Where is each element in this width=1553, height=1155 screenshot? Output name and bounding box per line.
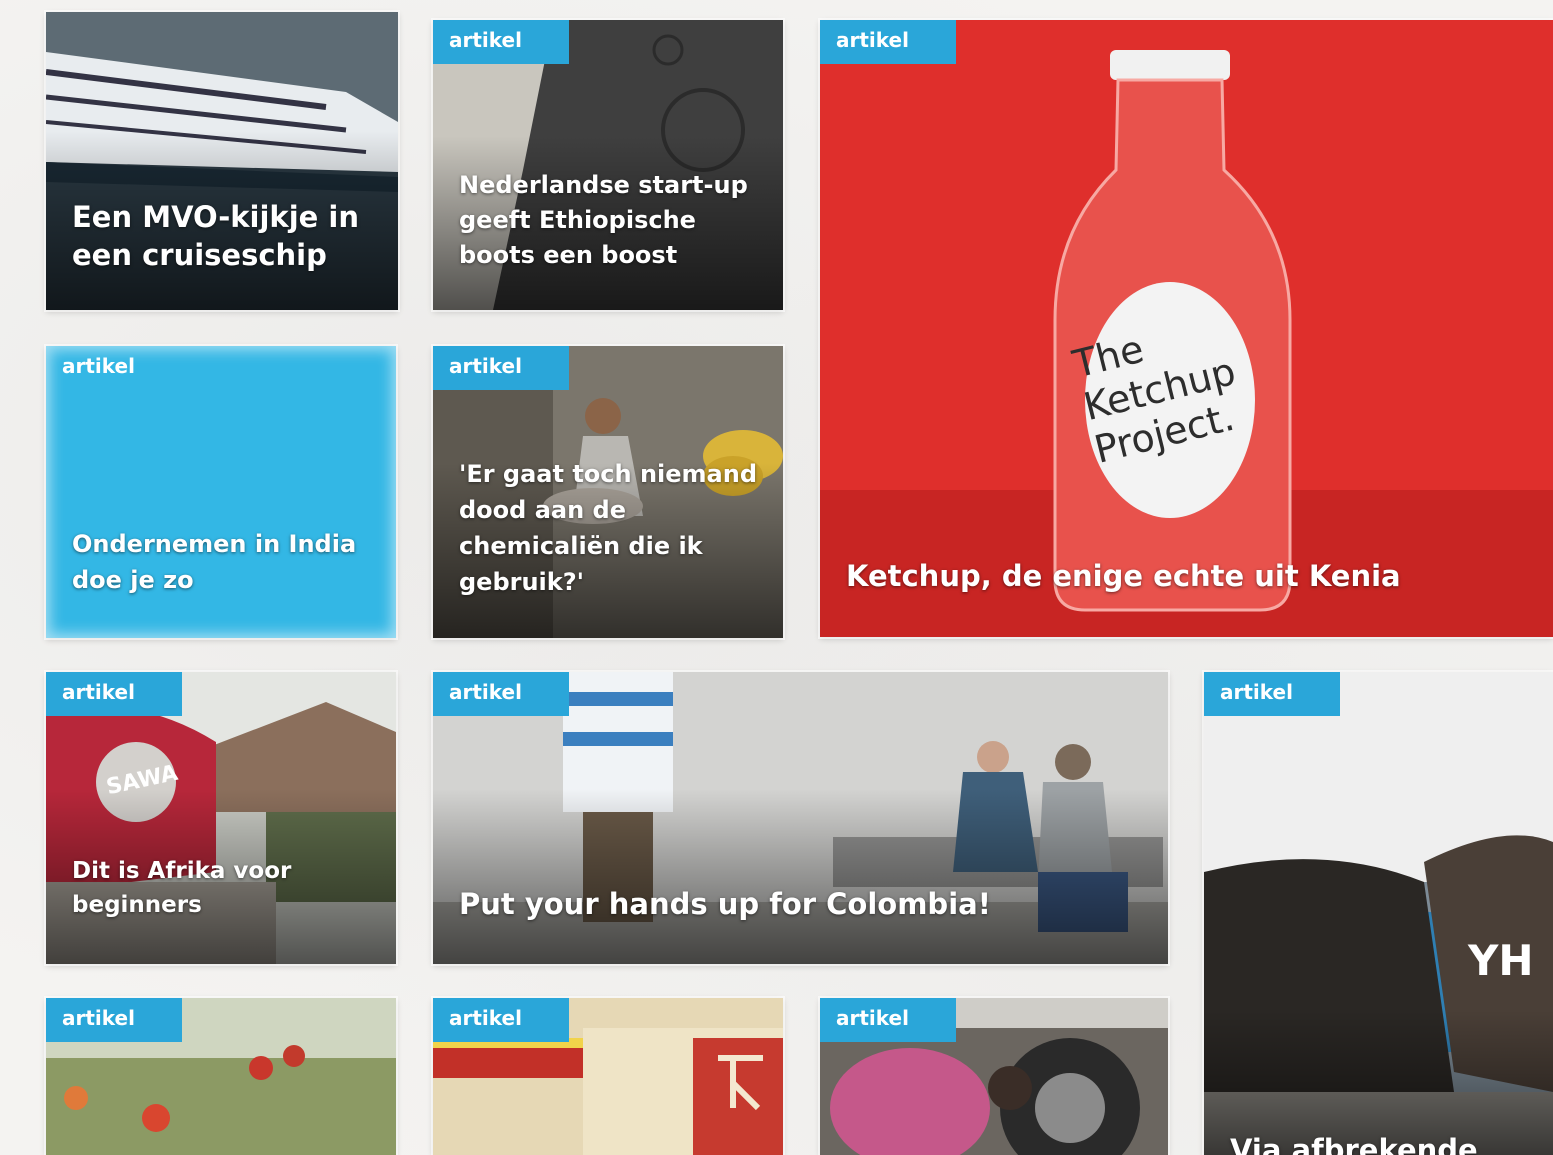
article-badge: artikel bbox=[62, 354, 135, 378]
article-tile-via-afbrekende[interactable]: YH artikel Via afbrekende bbox=[1204, 672, 1553, 1155]
article-tile-ketchup[interactable]: The Ketchup Project. artikel Ketchup, de… bbox=[820, 20, 1553, 637]
tile-title: Put your hands up for Colombia! bbox=[459, 887, 991, 921]
article-tile-india[interactable]: artikel Ondernemen in India doe je zo bbox=[46, 346, 396, 638]
tile-title: 'Er gaat toch niemand dood aan de chemic… bbox=[459, 460, 758, 596]
tile-shade bbox=[433, 788, 1168, 964]
article-tile-ethiopian-boots[interactable]: artikel Nederlandse start-up geeft Ethio… bbox=[433, 20, 783, 310]
article-tile-chemicals[interactable]: artikel 'Er gaat toch niemand dood aan d… bbox=[433, 346, 783, 638]
article-badge: artikel bbox=[820, 998, 956, 1042]
article-badge: artikel bbox=[433, 346, 569, 390]
article-tile-tyre[interactable]: artikel bbox=[820, 998, 1168, 1155]
article-badge: artikel bbox=[433, 998, 569, 1042]
article-badge: artikel bbox=[1204, 672, 1340, 716]
article-tile-street-stall[interactable]: artikel bbox=[433, 998, 783, 1155]
article-badge: artikel bbox=[433, 20, 569, 64]
tile-title: Via afbrekende bbox=[1230, 1133, 1478, 1155]
article-grid-page: Een MVO-kijkje in een cruiseschip artike… bbox=[0, 0, 1553, 1155]
tile-title: Dit is Afrika voor beginners bbox=[72, 858, 292, 918]
article-tile-africa-beginners[interactable]: SAWA artikel Dit is Afrika voor beginner… bbox=[46, 672, 396, 964]
article-tile-colombia[interactable]: artikel Put your hands up for Colombia! bbox=[433, 672, 1168, 964]
tile-title: Nederlandse start-up geeft Ethiopische b… bbox=[459, 171, 748, 269]
article-badge: artikel bbox=[433, 672, 569, 716]
article-tile-apples[interactable]: artikel bbox=[46, 998, 396, 1155]
tile-title: Ondernemen in India doe je zo bbox=[72, 530, 357, 594]
article-badge: artikel bbox=[820, 20, 956, 64]
truck-text: YH bbox=[1468, 936, 1534, 985]
tile-title: Een MVO-kijkje in een cruiseschip bbox=[72, 200, 359, 272]
tile-title: Ketchup, de enige echte uit Kenia bbox=[846, 559, 1401, 593]
article-tile-cruiseship[interactable]: Een MVO-kijkje in een cruiseschip bbox=[46, 12, 398, 310]
article-badge: artikel bbox=[46, 672, 182, 716]
article-badge: artikel bbox=[46, 998, 182, 1042]
